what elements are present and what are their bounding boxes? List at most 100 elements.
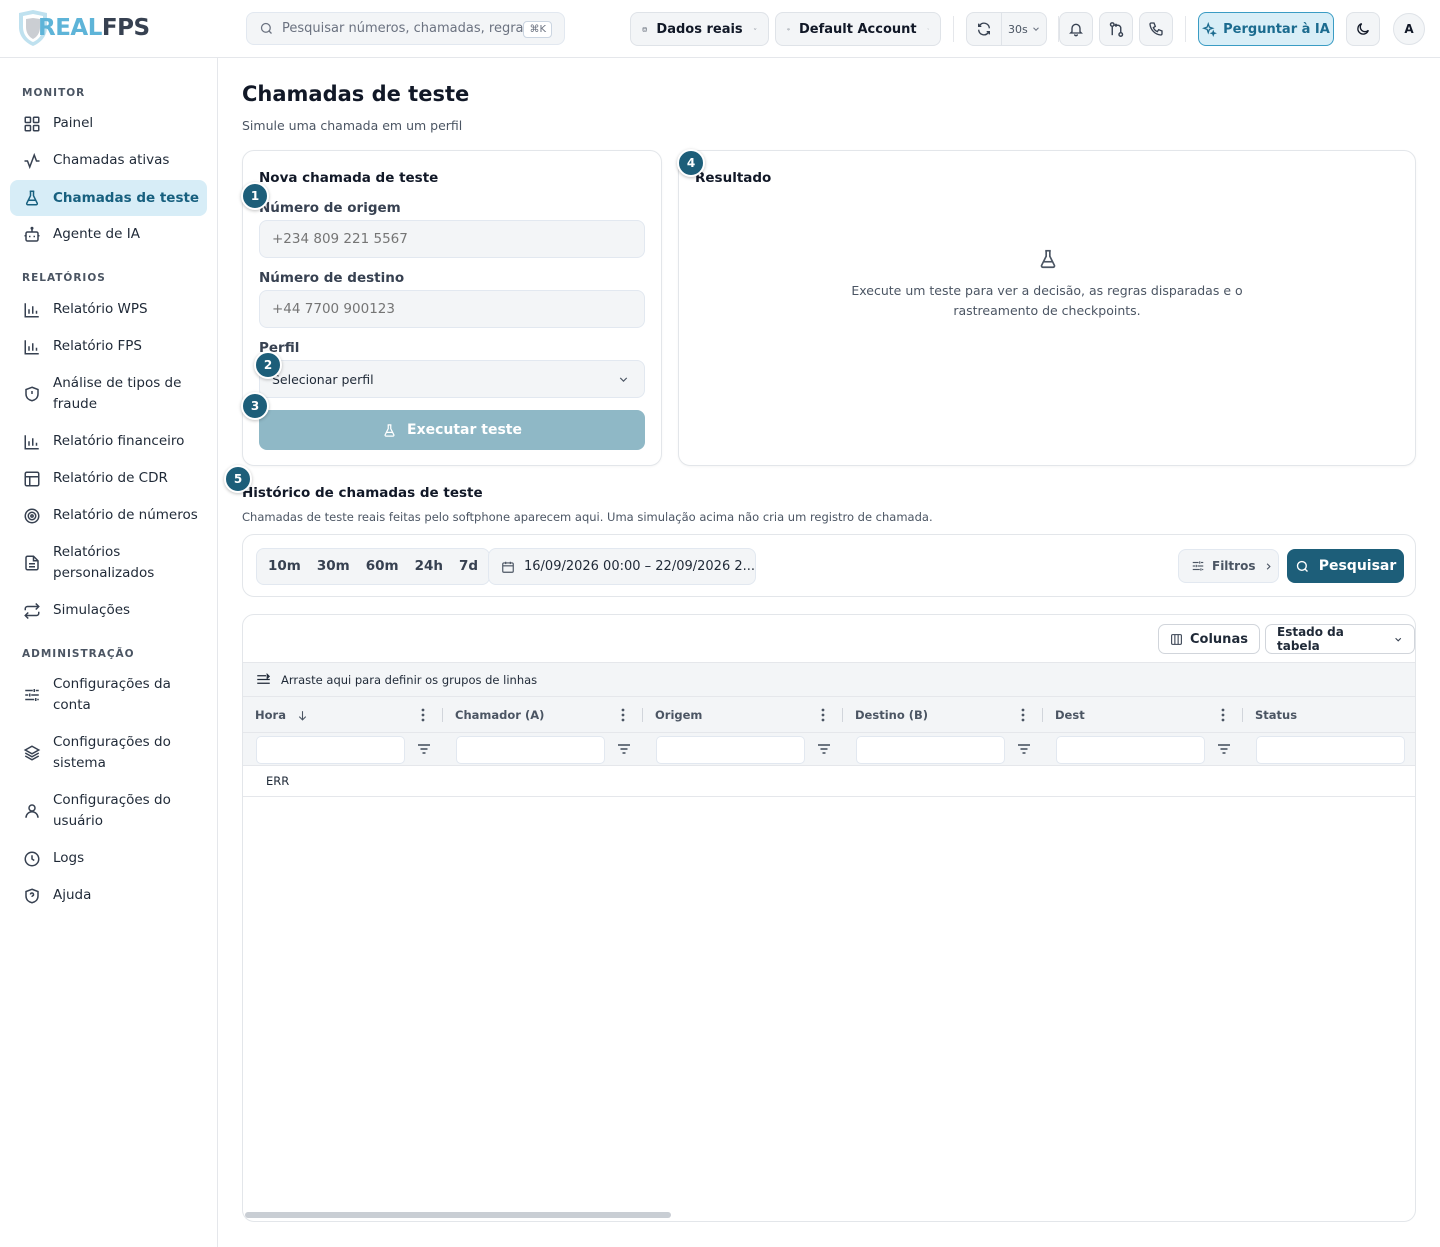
refresh-icon	[978, 22, 990, 36]
pull-request-button[interactable]	[1099, 12, 1133, 46]
step-marker-5: 5	[224, 465, 252, 493]
search-shortcut-badge: ⌘K	[523, 21, 552, 38]
data-source-dropdown[interactable]: Dados reais	[630, 12, 769, 46]
column-header-destino[interactable]: Destino (B)	[843, 697, 1043, 733]
table-state-label: Estado da tabela	[1277, 625, 1344, 653]
origin-number-label: Número de origem	[259, 200, 401, 216]
sidebar-item-chamadas-de-teste[interactable]: Chamadas de teste	[10, 180, 207, 216]
notifications-button[interactable]	[1059, 12, 1093, 46]
column-filter-input-hora[interactable]	[256, 736, 405, 764]
range-24h[interactable]: 24h	[407, 549, 451, 584]
sidebar-item-chamadas-ativas[interactable]: Chamadas ativas	[10, 150, 207, 171]
sidebar-item-painel[interactable]: Painel	[10, 113, 207, 134]
filter-icon[interactable]	[1017, 743, 1031, 755]
run-test-button[interactable]: Executar teste	[259, 410, 645, 450]
filters-button[interactable]: Filtros	[1178, 549, 1279, 583]
bar-chart-icon	[24, 339, 39, 354]
column-header-dest[interactable]: Dest	[1043, 697, 1243, 733]
ask-ai-button[interactable]: Perguntar à IA	[1198, 12, 1334, 46]
bar-chart-icon	[24, 302, 39, 317]
columns-button-label: Colunas	[1190, 631, 1248, 647]
result-empty-message: Execute um teste para ver a decisão, as …	[851, 283, 1243, 318]
table-state-dropdown[interactable]: Estado da tabela	[1265, 624, 1415, 654]
column-header-label: Origem	[655, 708, 703, 722]
sidebar-item-relatorio-cdr[interactable]: Relatório de CDR	[10, 468, 207, 489]
sidebar-item-analise-tipos-fraude[interactable]: Análise de tipos de fraude	[10, 373, 190, 415]
user-avatar[interactable]: A	[1393, 13, 1425, 45]
column-menu-icon[interactable]	[419, 707, 427, 723]
history-title: Histórico de chamadas de teste	[242, 485, 483, 501]
range-10m[interactable]: 10m	[260, 549, 309, 584]
range-30m[interactable]: 30m	[309, 549, 358, 584]
ask-ai-label: Perguntar à IA	[1223, 21, 1330, 37]
column-menu-icon[interactable]	[1019, 707, 1027, 723]
database-icon	[642, 26, 647, 32]
search-button-label: Pesquisar	[1318, 558, 1397, 574]
app-logo[interactable]: REALFPS	[16, 9, 150, 47]
time-range-group: 10m 30m 60m 24h 7d	[256, 548, 491, 585]
column-header-status[interactable]: Status	[1243, 697, 1415, 733]
sidebar-item-configuracoes-sistema[interactable]: Configurações do sistema	[10, 732, 190, 774]
sidebar-item-agente-de-ia[interactable]: Agente de IA	[10, 224, 207, 245]
sidebar-item-label: Relatório financeiro	[53, 433, 185, 449]
sidebar-item-simulacoes[interactable]: Simulações	[10, 600, 207, 621]
sidebar-item-relatorio-fps[interactable]: Relatório FPS	[10, 336, 207, 357]
filter-icon[interactable]	[617, 743, 631, 755]
table-cell: ERR	[266, 774, 290, 788]
activity-icon	[24, 152, 40, 169]
column-header-chamador[interactable]: Chamador (A)	[443, 697, 643, 733]
filters-label: Filtros	[1212, 559, 1256, 573]
phone-icon	[1149, 22, 1163, 36]
column-filter-input-dest[interactable]	[1056, 736, 1205, 764]
filter-icon[interactable]	[417, 743, 431, 755]
clock-icon	[24, 851, 40, 866]
range-60m[interactable]: 60m	[358, 549, 407, 584]
column-menu-icon[interactable]	[819, 707, 827, 723]
layers-icon	[23, 745, 41, 761]
table-icon	[24, 471, 40, 486]
sidebar-item-relatorio-wps[interactable]: Relatório WPS	[10, 299, 207, 320]
sidebar-item-configuracoes-usuario[interactable]: Configurações do usuário	[10, 790, 190, 832]
origin-number-input[interactable]	[259, 220, 645, 258]
column-filter-input-chamador[interactable]	[456, 736, 605, 764]
sidebar-item-logs[interactable]: Logs	[10, 848, 207, 869]
date-range-picker[interactable]: 16/09/2026 00:00 – 22/09/2026 2...	[488, 548, 756, 585]
profile-select[interactable]: Selecionar perfil	[259, 360, 645, 398]
column-menu-icon[interactable]	[1219, 707, 1227, 723]
sidebar-item-relatorios-personalizados[interactable]: Relatórios personalizados	[10, 542, 190, 584]
column-header-origem[interactable]: Origem	[643, 697, 843, 733]
git-compare-icon	[1109, 21, 1123, 37]
refresh-button[interactable]	[967, 13, 1002, 45]
sidebar-item-label: Configurações do sistema	[53, 734, 171, 771]
column-filter-input-destino[interactable]	[856, 736, 1005, 764]
destination-number-input[interactable]	[259, 290, 645, 328]
theme-toggle-button[interactable]	[1346, 12, 1380, 46]
column-filter-input-status[interactable]	[1256, 736, 1405, 764]
softphone-button[interactable]	[1139, 12, 1173, 46]
sidebar-item-configuracoes-conta[interactable]: Configurações da conta	[10, 674, 190, 716]
history-subtitle: Chamadas de teste reais feitas pelo soft…	[242, 510, 933, 524]
columns-button[interactable]: Colunas	[1158, 624, 1260, 654]
filter-icon[interactable]	[817, 743, 831, 755]
account-dropdown[interactable]: Default Account	[775, 12, 941, 46]
page-subtitle: Simule uma chamada em um perfil	[242, 118, 463, 133]
global-search[interactable]: Pesquisar números, chamadas, regras... ⌘…	[246, 12, 565, 45]
search-button[interactable]: Pesquisar	[1287, 549, 1404, 583]
sidebar-item-relatorio-financeiro[interactable]: Relatório financeiro	[10, 431, 207, 452]
sidebar-item-label: Painel	[53, 115, 94, 131]
refresh-interval-dropdown[interactable]: 30s	[1002, 23, 1041, 36]
column-menu-icon[interactable]	[619, 707, 627, 723]
sidebar-item-relatorio-numeros[interactable]: Relatório de números	[10, 505, 207, 526]
column-header-hora[interactable]: Hora	[243, 697, 443, 733]
filter-icon[interactable]	[1217, 743, 1231, 755]
range-7d[interactable]: 7d	[451, 549, 486, 584]
column-filter-input-origem[interactable]	[656, 736, 805, 764]
run-test-label: Executar teste	[407, 422, 522, 438]
repeat-icon	[24, 602, 40, 619]
search-icon	[1296, 560, 1308, 572]
horizontal-scrollbar[interactable]	[245, 1212, 671, 1218]
grid-icon	[24, 116, 40, 131]
sidebar-item-ajuda[interactable]: Ajuda	[10, 885, 207, 906]
table-row[interactable]: ERR	[243, 766, 1415, 797]
row-group-drop-zone[interactable]: Arraste aqui para definir os grupos de l…	[243, 662, 1415, 696]
